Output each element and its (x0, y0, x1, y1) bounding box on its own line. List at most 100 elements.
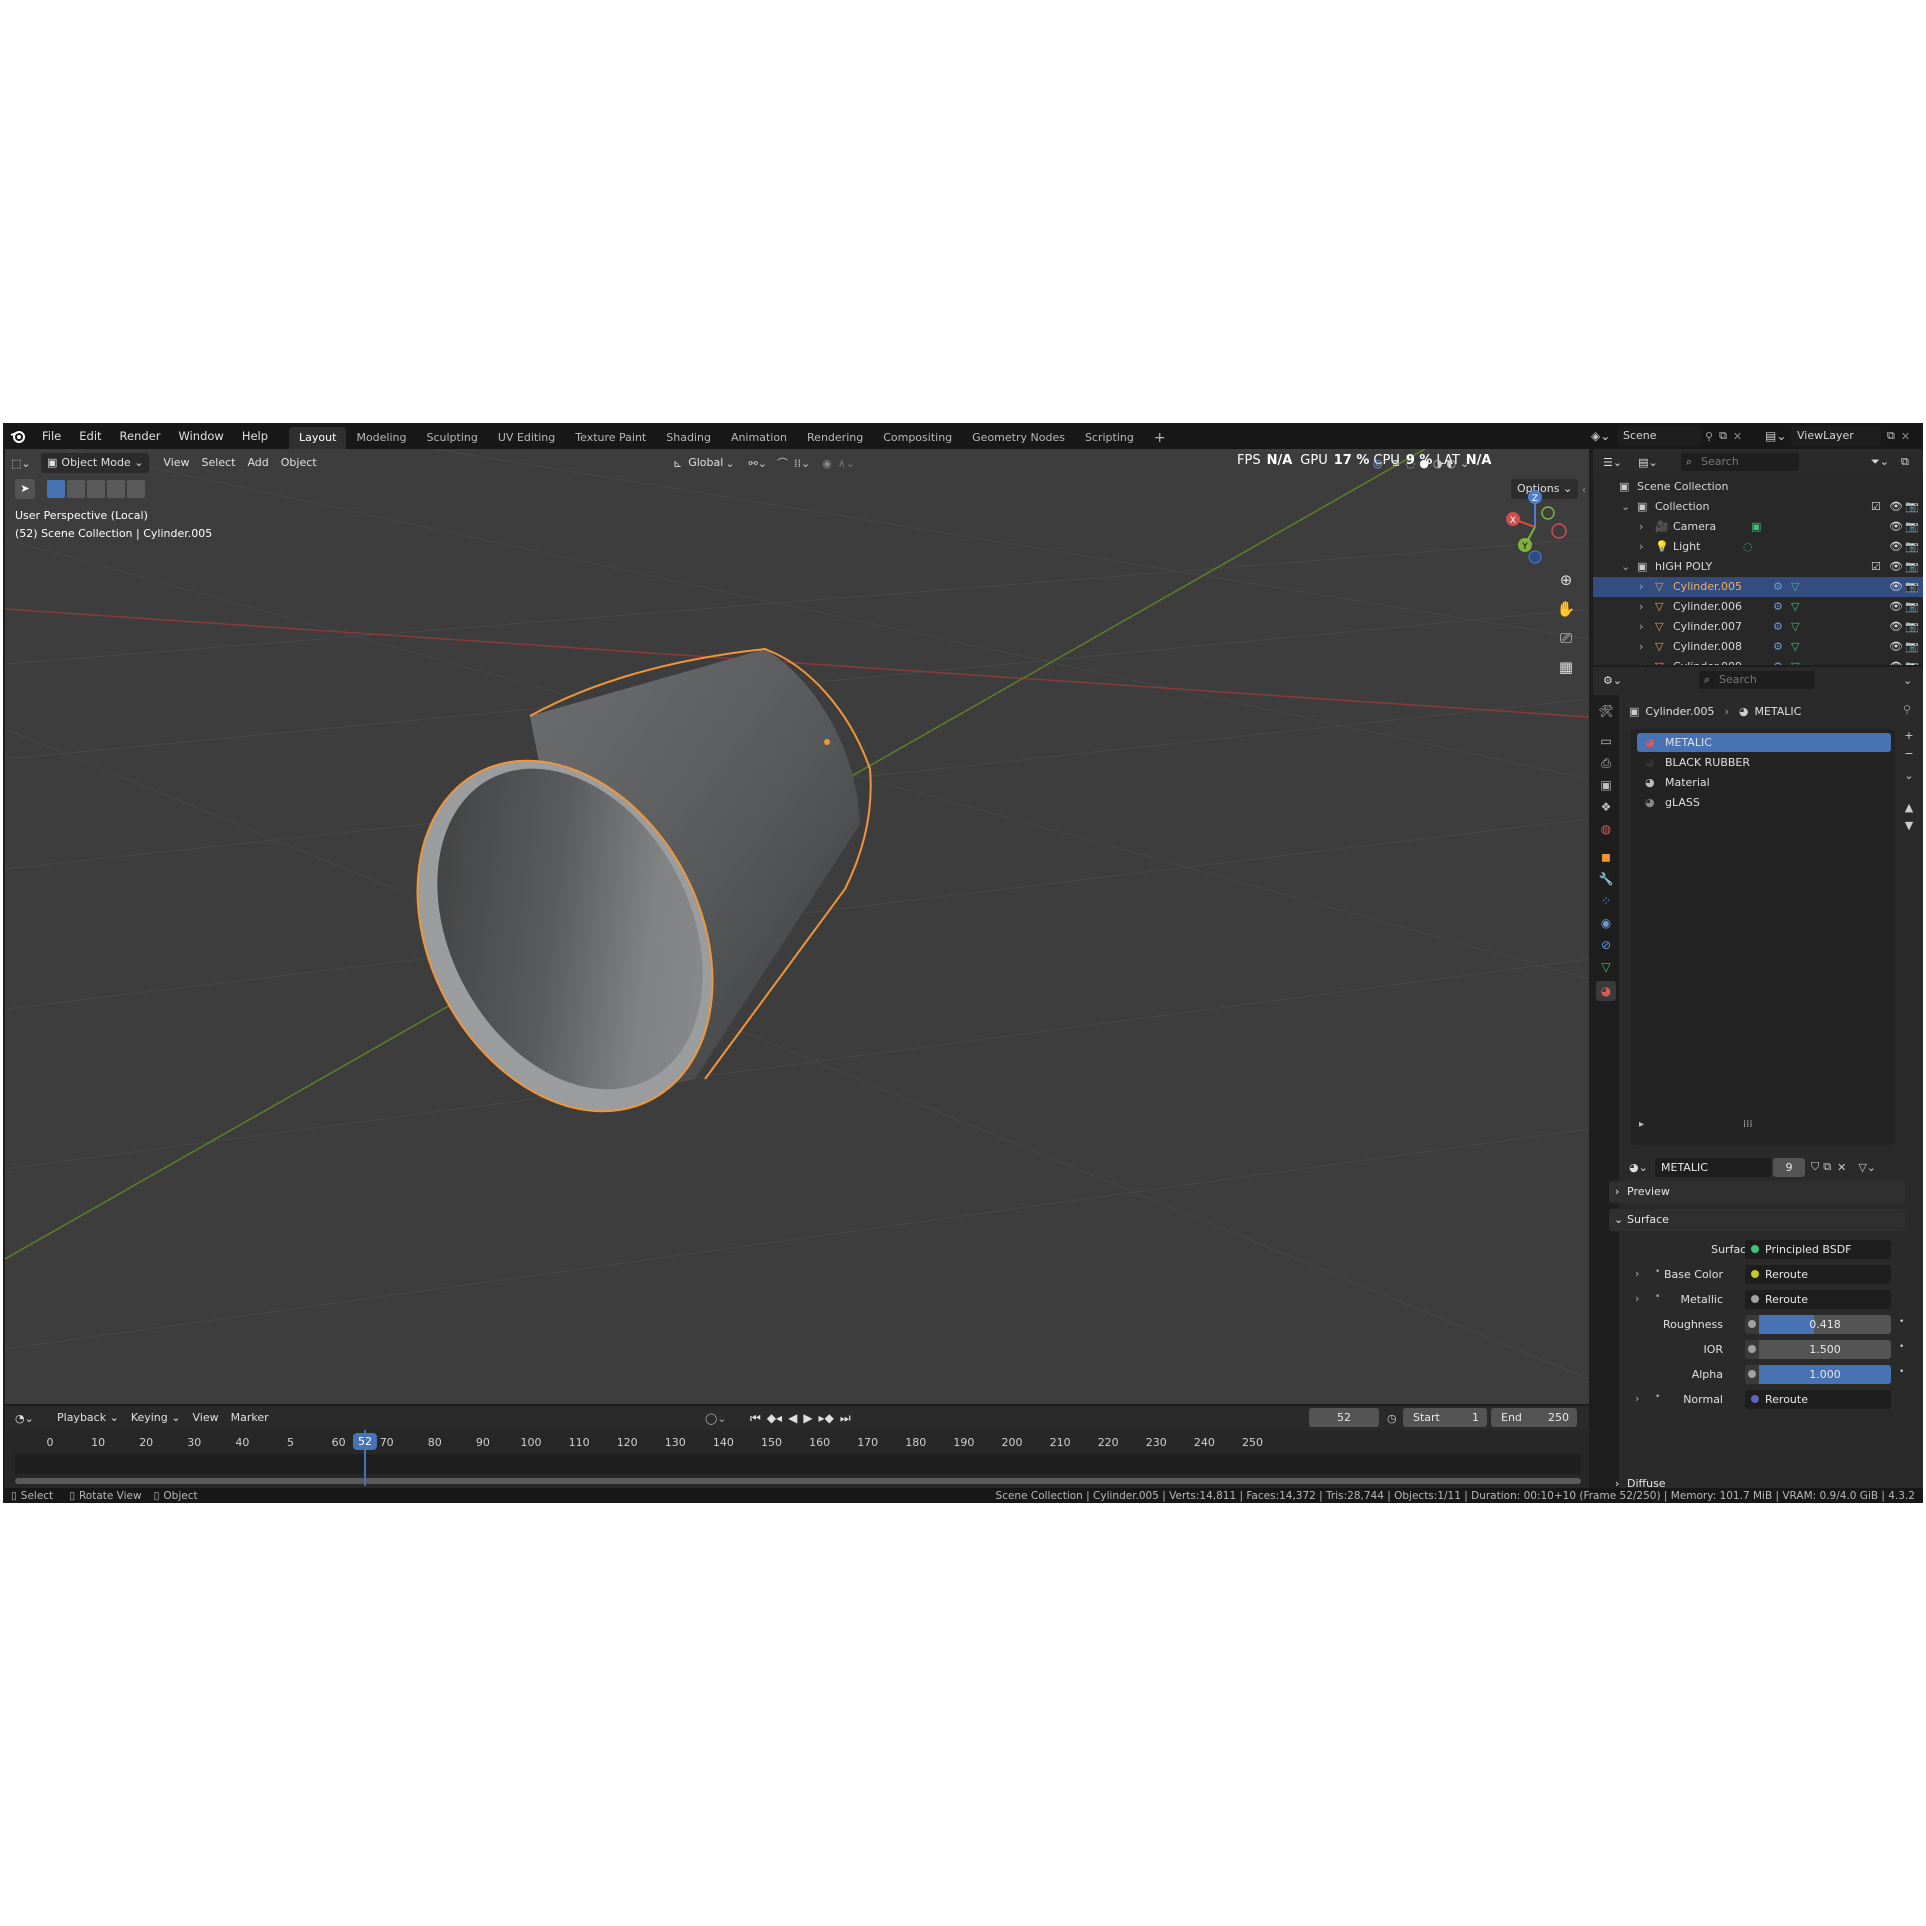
add-slot-icon[interactable]: + (1899, 729, 1919, 747)
keyframe-dot-icon[interactable]: • (1899, 1342, 1904, 1352)
material-users-count[interactable]: 9 (1773, 1157, 1805, 1177)
material-slot-item[interactable]: ◕ Material (1637, 773, 1891, 792)
duplicate-material-icon[interactable]: ⧉ (1823, 1160, 1831, 1174)
tab-compositing[interactable]: Compositing (873, 427, 962, 449)
expand-open-icon[interactable]: ⌄ (1621, 500, 1630, 513)
visibility-eye-icon[interactable]: 👁 (1889, 540, 1903, 553)
outliner[interactable]: ☰⌄ ▤⌄ ⌕ Search ⏷⌄ ⧉ ▣ Scene Collection ⌄ ▣ C… (1593, 449, 1923, 665)
tool-tab-icon[interactable]: 🛠 (1596, 701, 1616, 721)
mesh-data-icon[interactable]: ▽ (1791, 600, 1799, 613)
material-tab-icon[interactable]: ◕ (1596, 981, 1616, 1001)
pin-icon[interactable]: ⚲ (1705, 430, 1713, 443)
new-view-layer-icon[interactable]: ⧉ (1887, 429, 1895, 443)
proportional-edit-icon[interactable]: ◉ (822, 457, 832, 470)
outliner-row-light[interactable]: › 💡 Light ◌ 👁 📷 (1593, 537, 1923, 557)
render-camera-icon[interactable]: 📷 (1905, 520, 1919, 533)
list-expand-icon[interactable]: ▸ (1639, 1119, 1644, 1130)
tab-sculpting[interactable]: Sculpting (417, 427, 488, 449)
slot-specials-icon[interactable]: ⌄ (1899, 769, 1919, 801)
tab-rendering[interactable]: Rendering (797, 427, 873, 449)
rendered-shading-icon[interactable]: ◐ (1446, 457, 1456, 470)
3d-viewport[interactable]: ⬚⌄ ▣ Object Mode ⌄ View Select Add Object… (5, 449, 1589, 1404)
modifier-icon[interactable]: ⚙ (1773, 600, 1783, 613)
pin-properties-icon[interactable]: ⚲ (1903, 703, 1911, 716)
scene-tab-icon[interactable]: ❖ (1596, 797, 1616, 817)
input-link-field[interactable]: Reroute (1745, 1290, 1891, 1309)
render-camera-icon[interactable]: 📷 (1905, 660, 1919, 665)
menu-view[interactable]: View (157, 453, 195, 473)
mesh-data-icon[interactable]: ▽ (1791, 660, 1799, 665)
modifier-icon[interactable]: ⚙ (1773, 660, 1783, 665)
remove-slot-icon[interactable]: − (1899, 747, 1919, 769)
delete-scene-icon[interactable]: ✕ (1733, 430, 1742, 443)
menu-file[interactable]: File (33, 423, 70, 449)
outliner-row-camera[interactable]: › 🎥 Camera ▣ 👁 📷 (1593, 517, 1923, 537)
surface-shader-field[interactable]: Principled BSDF (1745, 1240, 1891, 1259)
outliner-row-mesh[interactable]: › ▽ Cylinder.005 ⚙ ▽ 👁 📷 (1593, 577, 1923, 597)
outliner-search-input[interactable]: ⌕ Search (1681, 453, 1799, 471)
render-camera-icon[interactable]: 📷 (1905, 500, 1919, 513)
frame-ruler[interactable]: 0 10 20 30 40 5 60 70 80 90 100 110 120 130 140 150 160 1… (5, 1406, 1589, 1488)
transform-orientation[interactable]: ⊾ Global ⌄ ⚯⌄ ⌒ ⁞⁞⌄ ◉ ∧⌄ (673, 452, 855, 474)
outliner-row-mesh[interactable]: › ▽ Cylinder.008 ⚙ ▽ 👁 📷 (1593, 637, 1923, 657)
material-slot-item[interactable]: ◕ gLASS (1637, 793, 1891, 812)
tab-modeling[interactable]: Modeling (346, 427, 416, 449)
input-socket-button[interactable] (1745, 1340, 1759, 1359)
visibility-eye-icon[interactable]: 👁 (1889, 600, 1903, 613)
snap-icon[interactable]: ⌒ (777, 455, 788, 471)
tab-layout[interactable]: Layout (289, 426, 347, 449)
input-socket-button[interactable] (1745, 1315, 1759, 1334)
select-mode-new-icon[interactable] (47, 480, 65, 498)
playhead-frame-badge[interactable]: 52 (353, 1433, 377, 1450)
input-number-field[interactable]: 1.500 (1759, 1340, 1891, 1359)
modifier-icon[interactable]: ⚙ (1773, 580, 1783, 593)
select-tool-icon[interactable]: ➤ (15, 479, 35, 499)
pan-hand-icon[interactable]: ✋ (1553, 596, 1579, 622)
preview-panel-header[interactable]: › Preview (1609, 1181, 1905, 1203)
link-type-icon[interactable]: ▽⌄ (1858, 1161, 1876, 1174)
new-scene-icon[interactable]: ⧉ (1719, 429, 1727, 443)
menu-edit[interactable]: Edit (70, 423, 110, 449)
outliner-row-mesh[interactable]: › ▽ Cylinder.006 ⚙ ▽ 👁 📷 (1593, 597, 1923, 617)
view-layer-tab-icon[interactable]: ▣ (1596, 775, 1616, 795)
sidebar-toggle-icon[interactable]: ‹ (1582, 485, 1586, 496)
expand-closed-icon[interactable]: › (1639, 620, 1643, 633)
overlay-icon[interactable]: ◎ (1373, 457, 1383, 470)
expand-closed-icon[interactable]: › (1639, 600, 1643, 613)
fake-user-icon[interactable]: ⛉ (1811, 1160, 1819, 1174)
menu-render[interactable]: Render (111, 423, 170, 449)
timeline-scrollbar[interactable] (15, 1478, 1581, 1484)
tab-shading[interactable]: Shading (656, 427, 721, 449)
keyframe-dot-icon[interactable]: • (1899, 1367, 1904, 1377)
mesh-data-icon[interactable]: ▽ (1791, 580, 1799, 593)
menu-help[interactable]: Help (233, 423, 277, 449)
visibility-eye-icon[interactable]: 👁 (1889, 500, 1903, 513)
filter-icon[interactable]: ⏷⌄ (1871, 455, 1889, 469)
render-camera-icon[interactable]: 📷 (1905, 600, 1919, 613)
diffuse-panel-header[interactable]: › Diffuse (1609, 1473, 1905, 1495)
xray-icon[interactable]: ⧈ (1393, 456, 1400, 470)
properties-editor[interactable]: ⚙⌄ ⌕ Search ⌄ 🛠 ▭ ⎙ ▣ ❖ ◍ ◼ 🔧 ⁘ ◉ ⊘ ▽ ◕ … (1593, 667, 1923, 1490)
visibility-eye-icon[interactable]: 👁 (1889, 560, 1903, 573)
render-camera-icon[interactable]: 📷 (1905, 540, 1919, 553)
material-slot-item[interactable]: ◕ BLACK RUBBER (1637, 753, 1891, 772)
tab-geometry-nodes[interactable]: Geometry Nodes (962, 427, 1075, 449)
menu-window[interactable]: Window (169, 423, 232, 449)
input-link-field[interactable]: Reroute (1745, 1265, 1891, 1284)
expand-closed-icon[interactable]: › (1639, 540, 1643, 553)
render-camera-icon[interactable]: 📷 (1905, 640, 1919, 653)
render-tab-icon[interactable]: ▭ (1596, 731, 1616, 751)
light-data-icon[interactable]: ◌ (1743, 540, 1753, 553)
tab-uv-editing[interactable]: UV Editing (488, 427, 565, 449)
select-mode-extend-icon[interactable] (67, 480, 85, 498)
physics-tab-icon[interactable]: ◉ (1596, 913, 1616, 933)
expand-closed-icon[interactable]: › (1639, 520, 1643, 533)
editor-type-icon[interactable]: ⬚⌄ (11, 457, 41, 470)
scene-name-field[interactable]: Scene (1617, 426, 1701, 446)
pivot-icon[interactable]: ⚯⌄ (749, 457, 767, 470)
add-workspace-button[interactable]: + (1144, 427, 1176, 449)
browse-material-icon[interactable]: ◕⌄ (1629, 1161, 1655, 1174)
move-slot-down-icon[interactable]: ▼ (1899, 819, 1919, 837)
expand-open-icon[interactable]: ⌄ (1621, 560, 1630, 573)
select-mode-intersect-icon[interactable] (127, 480, 145, 498)
